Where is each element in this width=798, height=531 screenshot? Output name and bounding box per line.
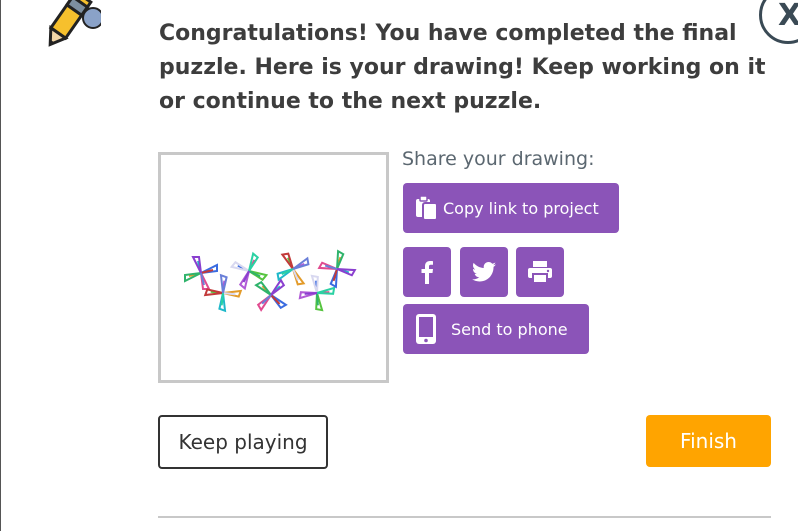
divider [158,516,771,518]
pencil-mascot-icon [48,0,101,47]
share-label: Share your drawing: [402,148,595,170]
clipboard-icon [416,195,438,221]
pinwheel-shape [184,256,218,290]
print-button[interactable] [516,247,564,297]
facebook-icon [421,261,433,284]
drawing-preview [158,152,389,383]
completion-dialog: X Congratulations! You have completed th… [0,0,798,531]
printer-icon [528,261,552,283]
facebook-share-button[interactable] [403,247,451,297]
send-to-phone-button[interactable]: Send to phone [403,304,589,354]
drawing-image [184,249,357,313]
pinwheel-shape [254,278,288,312]
twitter-share-button[interactable] [460,247,508,297]
pinwheel-shape [317,249,357,289]
copy-link-button[interactable]: Copy link to project [403,183,619,233]
phone-icon [416,314,436,344]
twitter-icon [472,262,496,282]
send-to-phone-label: Send to phone [451,319,568,339]
completion-message: Congratulations! You have completed the … [159,21,766,114]
copy-link-label: Copy link to project [443,198,599,218]
pinwheel-shape [203,273,243,313]
finish-button[interactable]: Finish [646,415,771,467]
keep-playing-button[interactable]: Keep playing [158,415,328,469]
close-button-label: X [778,0,798,33]
pinwheel-shape [298,274,336,312]
